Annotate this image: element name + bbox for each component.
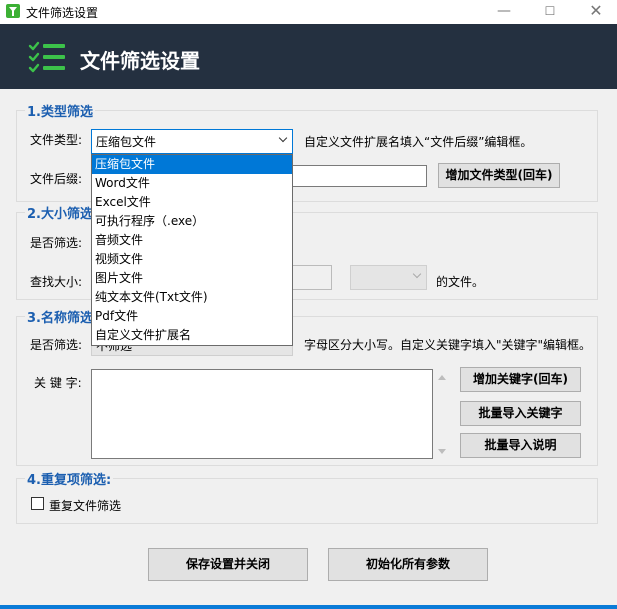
- size-suffix-text: 的文件。: [436, 275, 485, 289]
- save-and-close-button[interactable]: 保存设置并关闭: [148, 548, 308, 581]
- dropdown-option[interactable]: Excel文件: [92, 193, 292, 212]
- reset-all-button[interactable]: 初始化所有参数: [328, 548, 488, 581]
- file-type-hint: 自定义文件扩展名填入“文件后缀”编辑框。: [304, 135, 533, 149]
- name-enable-label: 是否筛选:: [30, 338, 83, 352]
- file-type-selected: 压缩包文件: [96, 135, 157, 149]
- size-unit-select[interactable]: [350, 265, 427, 290]
- file-type-dropdown-list: 压缩包文件 Word文件 Excel文件 可执行程序（.exe） 音频文件 视频…: [91, 154, 293, 346]
- bottom-accent-line: [0, 605, 617, 609]
- add-file-type-button[interactable]: 增加文件类型(回车): [438, 163, 560, 188]
- title-bar: 文件筛选设置 — ☐ ✕: [0, 0, 617, 24]
- find-size-label: 查找大小:: [30, 275, 83, 289]
- header-title: 文件筛选设置: [80, 49, 200, 73]
- import-keywords-button[interactable]: 批量导入关键字: [460, 401, 581, 426]
- import-help-button[interactable]: 批量导入说明: [460, 433, 581, 458]
- scroll-down-icon[interactable]: [438, 449, 446, 454]
- dropdown-option[interactable]: 可执行程序（.exe）: [92, 212, 292, 231]
- chevron-down-icon: [278, 133, 288, 143]
- dropdown-option[interactable]: 纯文本文件(Txt文件): [92, 288, 292, 307]
- duplicate-checkbox-label[interactable]: 重复文件筛选: [49, 497, 121, 514]
- dropdown-option[interactable]: 自定义文件扩展名: [92, 326, 292, 345]
- dropdown-option[interactable]: Pdf文件: [92, 307, 292, 326]
- duplicate-checkbox[interactable]: [31, 497, 44, 510]
- header-banner: 文件筛选设置: [0, 24, 617, 89]
- dropdown-option[interactable]: 音频文件: [92, 231, 292, 250]
- add-keyword-button[interactable]: 增加关键字(回车): [460, 367, 581, 392]
- name-filter-title: 3.名称筛选: [25, 307, 95, 326]
- app-funnel-icon: [6, 4, 20, 18]
- checklist-icon: [28, 41, 65, 73]
- close-button[interactable]: ✕: [573, 0, 617, 24]
- dropdown-option[interactable]: 压缩包文件: [92, 155, 292, 174]
- size-enable-label: 是否筛选:: [30, 236, 83, 250]
- suffix-label: 文件后缀:: [30, 172, 83, 186]
- scroll-up-icon[interactable]: [438, 375, 446, 380]
- file-type-label: 文件类型:: [30, 133, 83, 147]
- keyword-textarea[interactable]: [91, 369, 433, 459]
- duplicate-filter-title: 4.重复项筛选:: [25, 469, 114, 488]
- dropdown-option[interactable]: Word文件: [92, 174, 292, 193]
- maximize-button[interactable]: ☐: [527, 0, 573, 24]
- keyword-label: 关 键 字:: [34, 376, 82, 390]
- dropdown-option[interactable]: 视频文件: [92, 250, 292, 269]
- size-filter-title: 2.大小筛选: [25, 203, 95, 222]
- size-value-input[interactable]: [292, 265, 332, 290]
- type-filter-title: 1.类型筛选: [25, 101, 95, 120]
- window-title: 文件筛选设置: [26, 6, 99, 20]
- name-filter-hint: 字母区分大小写。自定义关键字填入"关键字"编辑框。: [304, 338, 592, 352]
- chevron-down-icon: [412, 269, 422, 279]
- file-type-select[interactable]: 压缩包文件: [91, 129, 293, 154]
- dropdown-option[interactable]: 图片文件: [92, 269, 292, 288]
- minimize-button[interactable]: —: [481, 0, 527, 24]
